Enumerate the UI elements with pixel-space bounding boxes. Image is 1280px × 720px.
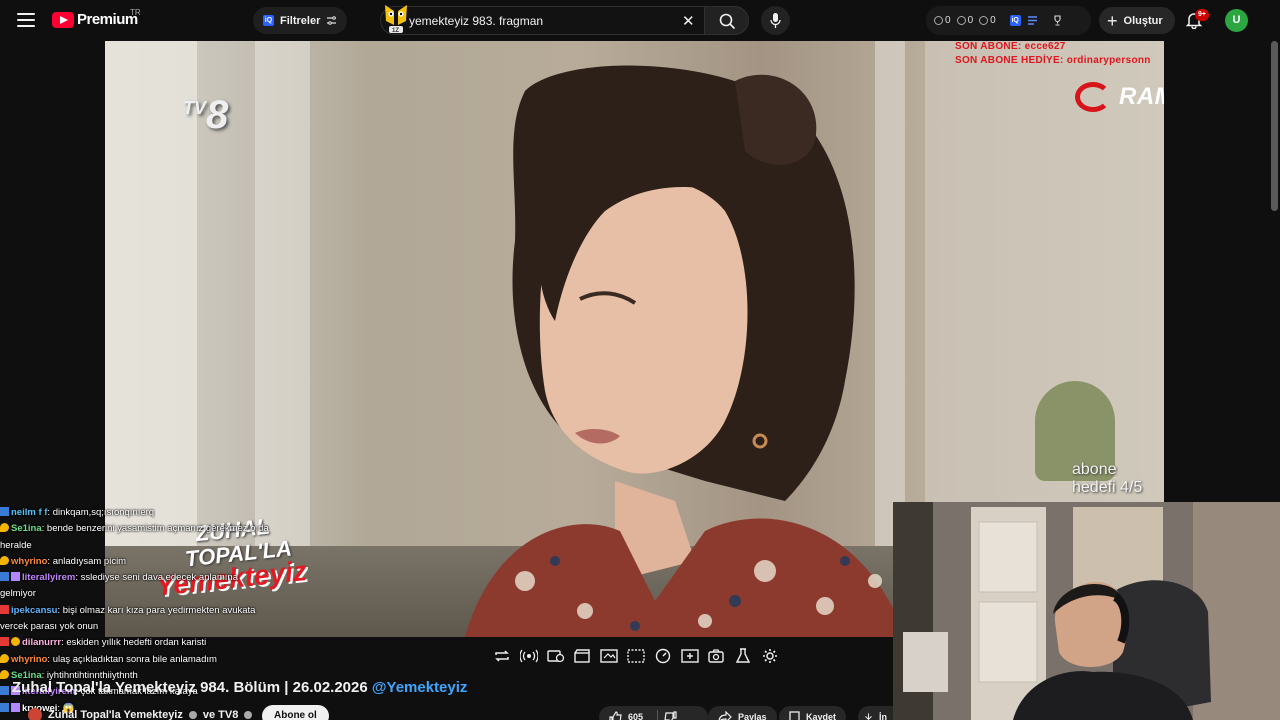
chat-badge-icon [0,507,9,516]
download-icon [865,712,872,720]
last-subscriber-text: SON ABONE: ecce627 [955,41,1066,52]
eye-off-icon [979,16,989,25]
dislike-icon[interactable] [664,710,677,720]
browser-page: Premium TR iQ Filtreler 1Z yemekteyiz 98… [0,0,1280,720]
save-button[interactable]: Kaydet [779,706,847,720]
video-person-illustration [465,65,905,637]
extension-counter-3[interactable]: 0 [979,15,996,26]
share-button[interactable]: Paylaş [708,706,777,720]
chat-badge-icon [0,523,9,533]
page-scrollbar[interactable] [1271,41,1278,211]
title-channel-link[interactable]: @Yemekteyiz [372,679,468,696]
chat-badge-icon [0,653,9,663]
plus-icon: + [1107,10,1118,31]
chat-message-continuation: vercek parası yok onun [0,621,99,633]
search-icon [719,13,736,30]
rampage-sponsor-logo: RAMPAGE [1075,82,1164,112]
youtube-premium-logo[interactable]: Premium [52,11,138,28]
microphone-icon [770,13,781,28]
chat-message: whyrino: ulaş açıkladıktan sonra bile an… [0,652,300,668]
loop-icon[interactable] [491,645,513,667]
extension-counter-2[interactable]: 0 [956,15,973,26]
chat-badge-icon [0,702,9,712]
chat-badge-icon [0,686,9,696]
settings-gear-icon[interactable] [759,645,781,667]
sliders-icon [327,16,337,25]
like-count: 605 [628,712,644,720]
clapperboard-icon[interactable] [571,645,593,667]
download-button[interactable]: İn [858,706,893,720]
channel-row: Zuhal Topal'la Yemekteyiz ve TV8 [28,706,253,720]
chat-message-continuation: heralde [0,539,32,551]
divider [657,710,659,720]
streamer-webcam [893,502,1280,720]
like-icon[interactable] [609,710,622,720]
chat-message: Se1ina: bende benzerini yasamistim açman… [0,521,300,537]
subscribe-button[interactable]: Abone ol [262,705,329,720]
chat-badge-icon [0,637,9,647]
picture-in-picture-icon[interactable] [598,645,620,667]
chat-badge-icon [11,702,20,712]
screen-record-icon[interactable] [545,645,567,667]
broadcast-icon[interactable] [518,645,540,667]
webcam-scene-illustration [893,502,1280,720]
eye-icon [956,16,966,25]
filters-button[interactable]: iQ Filtreler [253,7,348,34]
avatar[interactable]: U [1225,9,1248,32]
like-dislike-group: 605 [599,706,708,720]
emoji-sticker-icon: 1Z [385,5,407,34]
extension-icon: iQ [263,15,274,26]
extension-icon[interactable]: iQ [1009,15,1021,26]
extension-counter-1[interactable]: 0 [934,15,951,26]
search-query: yemekteyiz 983. fragman [409,14,544,28]
extension-toolbar: 0 0 0 iQ [926,6,1091,35]
svg-text:1Z: 1Z [392,28,399,34]
search-input[interactable]: 1Z yemekteyiz 983. fragman ✕ [380,5,705,35]
chat-message: literallyirem: sslediyse seni dava edece… [0,570,300,586]
trophy-icon[interactable] [1052,15,1063,26]
chat-badge-icon [11,572,20,582]
subscriber-goal-text: abone hedefi 4/5 [1072,461,1143,496]
chat-message: ipekcansu: bişi olmaz karı kıza para yed… [0,603,300,619]
extension-controls-bar [487,642,785,670]
chat-message: whyrino: anladıysam picim [0,554,300,570]
chat-message: dilanurrr: eskiden yıllık hedefti ordan … [0,635,300,651]
chat-badge-icon [0,604,9,614]
clear-search-icon[interactable]: ✕ [682,12,695,30]
fullscreen-frame-icon[interactable] [625,645,647,667]
screenshot-camera-icon[interactable] [705,645,727,667]
video-title: Zuhal Topal'la Yemekteyiz 984. Bölüm | 2… [12,679,468,696]
masthead: Premium TR iQ Filtreler 1Z yemekteyiz 98… [0,0,1280,41]
search-button[interactable] [704,6,749,35]
bookmark-icon [789,710,800,720]
verified-icon [244,711,253,719]
channel-name[interactable]: Zuhal Topal'la Yemekteyiz [48,709,183,720]
last-gift-subscriber-text: SON ABONE HEDİYE: ordinarypersonn [955,55,1151,66]
chat-message: neilm f f: dinkqam,sq;ısıonqınıerq [0,505,300,521]
chat-badge-icon [0,555,9,565]
chat-badge-icon [0,572,9,582]
channel-collab[interactable]: ve TV8 [203,709,238,720]
channel-avatar[interactable] [28,708,42,720]
add-clip-icon[interactable] [679,645,701,667]
clock-icon [934,16,943,25]
chat-badge-icon [11,637,20,647]
create-button[interactable]: + Oluştur [1099,7,1175,34]
chat-badge-icon [0,669,9,679]
verified-icon [188,711,197,719]
experiment-flask-icon[interactable] [732,645,754,667]
list-icon[interactable] [1027,15,1038,26]
share-icon [718,711,732,720]
chat-message-continuation: gelmiyor [0,588,36,600]
menu-icon[interactable] [17,13,35,27]
voice-search-button[interactable] [761,6,790,35]
rampage-mark-icon [1075,82,1111,112]
notifications-badge: 9+ [1195,9,1209,21]
youtube-play-icon [52,11,74,28]
speed-icon[interactable] [652,645,674,667]
region-code: TR [130,8,141,17]
tv8-channel-logo: TV8 [183,93,228,137]
